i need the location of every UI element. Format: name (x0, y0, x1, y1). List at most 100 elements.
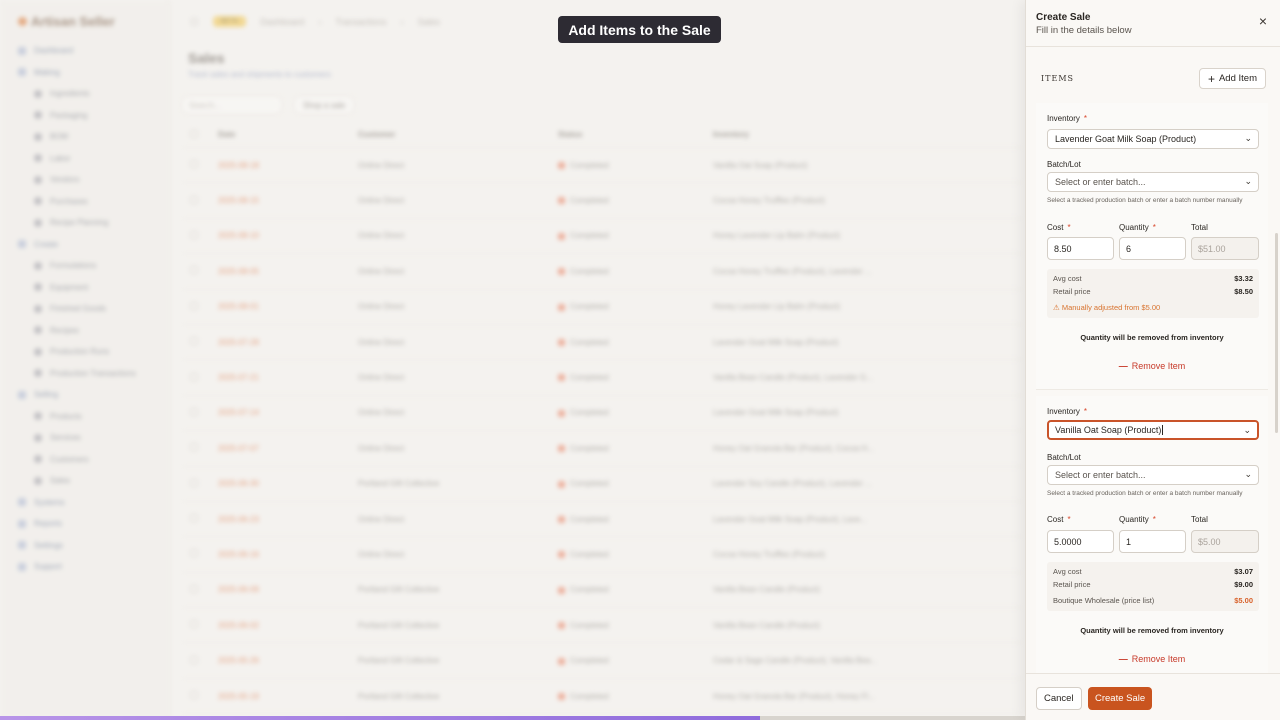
cost-label: Cost * (1047, 223, 1071, 232)
table-row[interactable]: 2025-06-30 Portland Gift Collective Comple… (182, 467, 1022, 502)
row-checkbox[interactable] (190, 407, 198, 416)
sidebar-item[interactable]: Services (0, 427, 170, 449)
row-checkbox[interactable] (190, 443, 198, 452)
row-checkbox[interactable] (190, 337, 198, 346)
sidebar-item[interactable]: Finished Goods (0, 298, 170, 320)
row-checkbox[interactable] (190, 160, 198, 169)
customer-cell: Online Direct (358, 337, 405, 347)
sidebar-item[interactable]: BOM (0, 126, 170, 148)
sidebar-item[interactable]: Sales (0, 470, 170, 492)
sidebar-item[interactable]: Settings (0, 535, 170, 557)
row-checkbox[interactable] (190, 195, 198, 204)
sidebar-item[interactable]: Formulations (0, 255, 170, 277)
drawer-scrollbar[interactable] (1275, 233, 1278, 433)
quantity-input[interactable]: 6 (1119, 237, 1186, 260)
page-title: Sales (188, 50, 225, 66)
sidebar-item[interactable]: Making (0, 62, 170, 84)
batch-label: Batch/Lot (1047, 160, 1081, 169)
table-row[interactable]: 2025-07-14 Online Direct Completed Lavender… (182, 396, 1022, 432)
cost-input[interactable]: 5.0000 (1047, 530, 1114, 553)
table-row[interactable]: 2025-07-21 Online Direct Completed Vanilla … (182, 360, 1022, 396)
sidebar-item[interactable]: Systems (0, 492, 170, 514)
shop-sale-button[interactable]: Shop a sale (294, 96, 355, 114)
remove-item-button[interactable]: — Remove Item (1036, 361, 1268, 371)
sidebar-item[interactable]: Vendors (0, 169, 170, 191)
table-row[interactable]: 2025-08-01 Online Direct Completed Honey La… (182, 290, 1022, 325)
table-row[interactable]: 2025-07-28 Online Direct Completed Lavender… (182, 325, 1022, 361)
column-header-customer[interactable]: Customer (350, 130, 550, 139)
table-row[interactable]: 2025-08-10 Online Direct Completed Honey La… (182, 219, 1022, 255)
sidebar-item[interactable]: Purchases (0, 191, 170, 213)
table-row[interactable]: 2025-06-23 Online Direct Completed Lavender… (182, 502, 1022, 538)
sidebar-item[interactable]: Dashboard (0, 40, 170, 62)
sidebar-item-label: Selling (34, 390, 59, 400)
sidebar-item-label: Recipe Planning (50, 218, 109, 228)
sidebar-item[interactable]: Packaging (0, 105, 170, 127)
row-checkbox[interactable] (190, 301, 198, 310)
column-header-date[interactable]: Date (210, 130, 350, 139)
status-badge: Completed (550, 302, 705, 311)
quantity-input[interactable]: 1 (1119, 530, 1186, 553)
retail-price-row: Retail price $8.50 (1053, 287, 1253, 296)
sidebar-item[interactable]: Products (0, 406, 170, 428)
sidebar-item[interactable]: Create (0, 234, 170, 256)
column-header-inventory[interactable]: Inventory (705, 130, 1015, 139)
sidebar-item[interactable]: Labor (0, 148, 170, 170)
row-checkbox[interactable] (190, 655, 198, 664)
column-header-status[interactable]: Status (550, 130, 705, 139)
cost-input[interactable]: 8.50 (1047, 237, 1114, 260)
date-cell: 2025-05-26 (218, 656, 259, 666)
sidebar-item-label: Purchases (50, 196, 88, 206)
sidebar-item[interactable]: Selling (0, 384, 170, 406)
plus-icon: + (1207, 71, 1215, 86)
close-icon[interactable]: × (1259, 14, 1267, 28)
retail-price-row: Retail price $9.00 (1053, 580, 1253, 589)
batch-select[interactable]: Select or enter batch... ⌄ (1047, 465, 1259, 485)
table-row[interactable]: 2025-08-18 Online Direct Completed Vanilla … (182, 148, 1022, 184)
table-row[interactable]: 2025-06-09 Portland Gift Collective Comple… (182, 573, 1022, 609)
sidebar-item[interactable]: Support (0, 556, 170, 578)
row-checkbox[interactable] (190, 549, 198, 558)
batch-select[interactable]: Select or enter batch... ⌄ (1047, 172, 1259, 192)
row-checkbox[interactable] (190, 584, 198, 593)
add-item-button[interactable]: + Add Item (1198, 68, 1266, 89)
row-checkbox[interactable] (190, 691, 198, 700)
date-cell: 2025-07-28 (218, 337, 259, 347)
table-row[interactable]: 2025-05-26 Portland Gift Collective Comple… (182, 643, 1022, 679)
sidebar-item[interactable]: Ingredients (0, 83, 170, 105)
table-row[interactable]: 2025-08-15 Online Direct Completed Cocoa Ho… (182, 183, 1022, 219)
sidebar-toggle-icon[interactable]: ▢ (190, 16, 199, 27)
sidebar-item[interactable]: Recipes (0, 320, 170, 342)
inventory-select[interactable]: Vanilla Oat Soap (Product) ⌄ (1047, 420, 1259, 440)
sidebar-item[interactable]: Reports (0, 513, 170, 535)
breadcrumb-item[interactable]: Transactions (335, 17, 386, 27)
cancel-button[interactable]: Cancel (1036, 687, 1082, 710)
row-checkbox[interactable] (190, 620, 198, 629)
row-checkbox[interactable] (190, 478, 198, 487)
total-label: Total (1191, 223, 1208, 232)
remove-item-button[interactable]: — Remove Item (1036, 654, 1268, 664)
row-checkbox[interactable] (190, 266, 198, 275)
row-checkbox[interactable] (190, 372, 198, 381)
table-row[interactable]: 2025-06-02 Portland Gift Collective Comple… (182, 608, 1022, 644)
table-row[interactable]: 2025-05-19 Portland Gift Collective Comple… (182, 679, 1022, 715)
status-badge: Completed (550, 161, 705, 170)
sidebar-item[interactable]: Production Runs (0, 341, 170, 363)
table-row[interactable]: 2025-08-05 Online Direct Completed Cocoa Ho… (182, 254, 1022, 290)
sidebar-item[interactable]: Customers (0, 449, 170, 471)
table-row[interactable]: 2025-07-07 Online Direct Completed Honey Oa… (182, 431, 1022, 467)
sidebar-item[interactable]: Production Transactions (0, 363, 170, 385)
search-input[interactable]: Search... (182, 96, 282, 114)
select-all-checkbox[interactable] (190, 129, 198, 138)
page-subtitle[interactable]: Track sales and shipments to customers (188, 70, 331, 79)
breadcrumb-item[interactable]: Dashboard (260, 17, 304, 27)
row-checkbox[interactable] (190, 514, 198, 523)
table-row[interactable]: 2025-06-16 Online Direct Completed Cocoa Ho… (182, 537, 1022, 573)
row-checkbox[interactable] (190, 230, 198, 239)
sidebar-item[interactable]: Equipment (0, 277, 170, 299)
pricing-summary: Avg cost $3.32 Retail price $8.50 ⚠ Manual… (1047, 269, 1259, 318)
sidebar-item[interactable]: Recipe Planning (0, 212, 170, 234)
inventory-select[interactable]: Lavender Goat Milk Soap (Product) ⌄ (1047, 129, 1259, 149)
create-sale-button[interactable]: Create Sale (1088, 687, 1153, 710)
drawer-subtitle: Fill in the details below (1036, 25, 1132, 36)
